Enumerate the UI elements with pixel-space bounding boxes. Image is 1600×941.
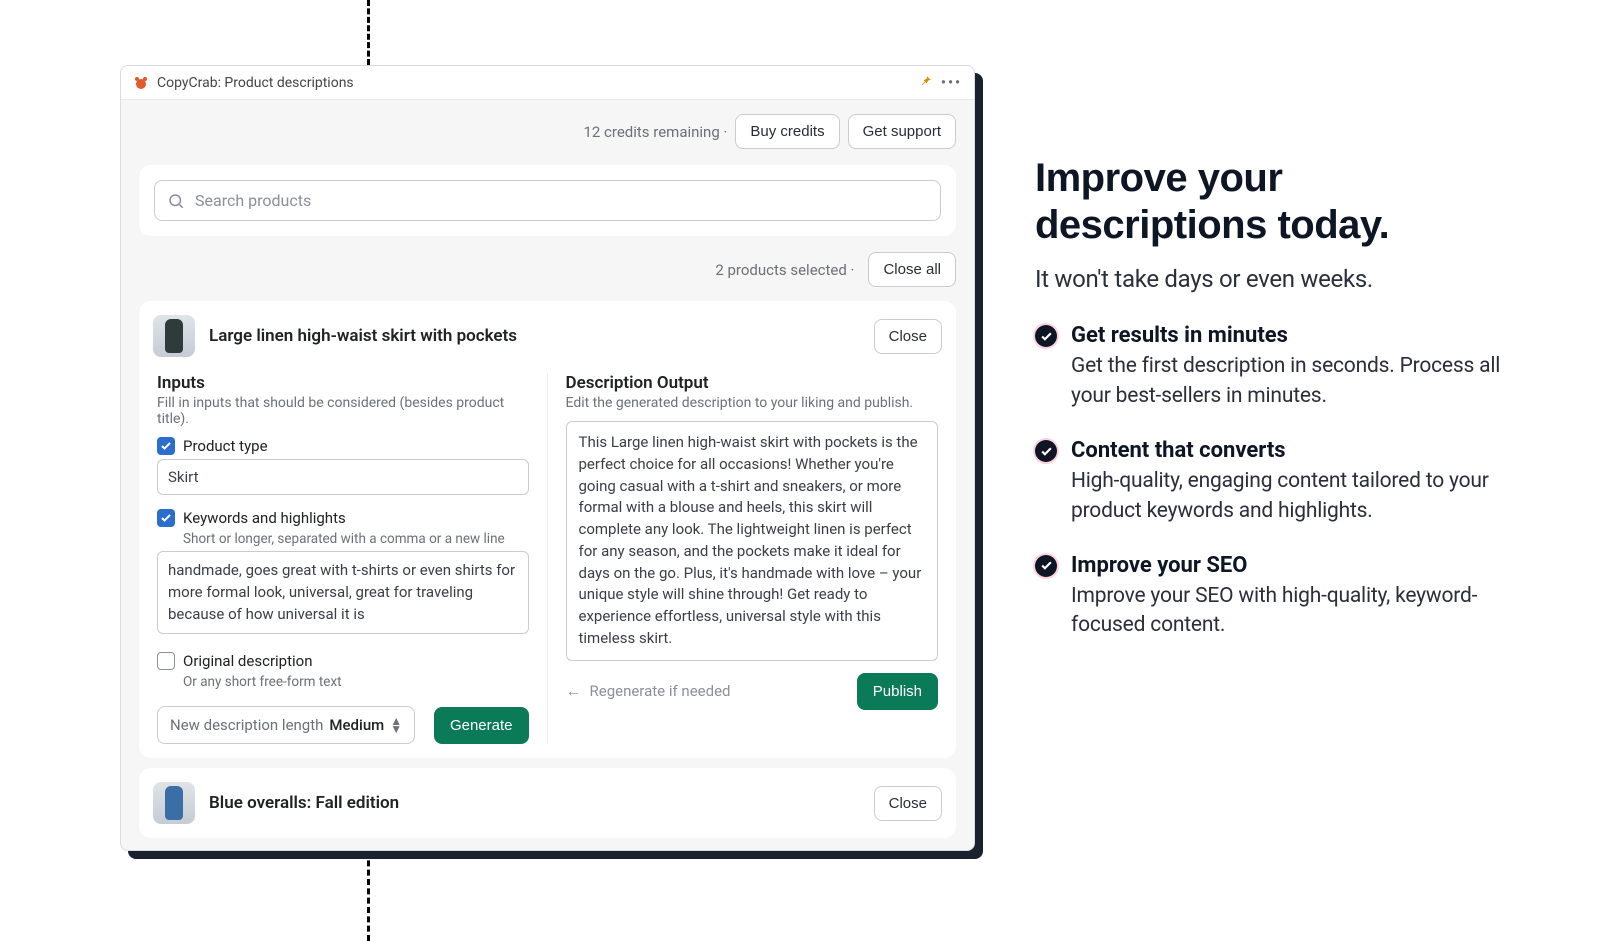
inputs-subheading: Fill in inputs that should be considered… <box>157 395 529 427</box>
bullet-title: Get results in minutes <box>1071 323 1515 348</box>
product-card-1: Large linen high-waist skirt with pocket… <box>139 301 956 758</box>
keywords-hint: Short or longer, separated with a comma … <box>183 531 529 547</box>
keywords-checkbox[interactable] <box>157 509 175 527</box>
bullet-title: Content that converts <box>1071 438 1515 463</box>
check-circle-icon <box>1035 325 1057 347</box>
arrow-left-icon: ← <box>566 681 582 701</box>
bullet-body: Improve your SEO with high-quality, keyw… <box>1071 582 1515 642</box>
selection-count: 2 products selected · <box>715 261 854 279</box>
product-header: Blue overalls: Fall edition Close <box>153 782 942 824</box>
length-select[interactable]: New description length Medium ▲▼ <box>157 706 415 744</box>
search-icon <box>167 192 185 210</box>
inputs-heading: Inputs <box>157 373 529 393</box>
promo-bullet: Get results in minutes Get the first des… <box>1035 323 1515 412</box>
keywords-label: Keywords and highlights <box>183 509 346 527</box>
bullet-body: Get the first description in seconds. Pr… <box>1071 352 1515 412</box>
product-header: Large linen high-waist skirt with pocket… <box>153 315 942 357</box>
check-circle-icon <box>1035 440 1057 462</box>
get-support-button[interactable]: Get support <box>848 114 956 149</box>
product-type-label: Product type <box>183 437 268 455</box>
sort-icon: ▲▼ <box>390 717 402 733</box>
product-title: Large linen high-waist skirt with pocket… <box>209 326 860 346</box>
promo-panel: Improve your descriptions today. It won'… <box>1035 155 1515 667</box>
promo-bullet: Content that converts High-quality, enga… <box>1035 438 1515 527</box>
original-desc-checkbox[interactable] <box>157 652 175 670</box>
titlebar: CopyCrab: Product descriptions ••• <box>121 66 974 100</box>
credits-remaining: 12 credits remaining · <box>583 123 727 141</box>
length-prefix: New description length <box>170 716 323 734</box>
product-card-2: Blue overalls: Fall edition Close <box>139 768 956 838</box>
more-menu-icon[interactable]: ••• <box>941 75 962 91</box>
generate-button[interactable]: Generate <box>434 707 529 744</box>
original-desc-label: Original description <box>183 652 313 670</box>
close-all-button[interactable]: Close all <box>868 252 956 287</box>
app-icon <box>133 75 149 91</box>
regenerate-link[interactable]: ← Regenerate if needed <box>566 681 731 701</box>
selection-row: 2 products selected · Close all <box>121 246 974 297</box>
app-title: CopyCrab: Product descriptions <box>157 75 354 91</box>
output-heading: Description Output <box>566 373 939 393</box>
output-column: Description Output Edit the generated de… <box>548 373 943 744</box>
bullet-title: Improve your SEO <box>1071 553 1515 578</box>
search-input[interactable]: Search products <box>154 180 941 221</box>
output-textarea[interactable]: This Large linen high-waist skirt with p… <box>566 421 939 661</box>
product-thumbnail <box>153 315 195 357</box>
guide-line-top <box>367 0 370 65</box>
close-product-button[interactable]: Close <box>874 786 942 821</box>
output-subheading: Edit the generated description to your l… <box>566 395 939 411</box>
product-type-checkbox[interactable] <box>157 437 175 455</box>
original-desc-hint: Or any short free-form text <box>183 674 529 690</box>
keywords-textarea[interactable] <box>157 551 529 634</box>
promo-subheading: It won't take days or even weeks. <box>1035 265 1515 293</box>
publish-button[interactable]: Publish <box>857 673 938 710</box>
length-value: Medium <box>329 716 384 734</box>
regenerate-label: Regenerate if needed <box>590 682 731 700</box>
promo-bullet: Improve your SEO Improve your SEO with h… <box>1035 553 1515 642</box>
product-type-input[interactable] <box>157 459 529 495</box>
search-placeholder: Search products <box>195 191 311 210</box>
product-title: Blue overalls: Fall edition <box>209 793 860 813</box>
product-thumbnail <box>153 782 195 824</box>
topbar: 12 credits remaining · Buy credits Get s… <box>121 100 974 159</box>
buy-credits-button[interactable]: Buy credits <box>735 114 839 149</box>
guide-line-bottom <box>367 851 370 941</box>
search-card: Search products <box>139 165 956 236</box>
close-product-button[interactable]: Close <box>874 319 942 354</box>
promo-heading: Improve your descriptions today. <box>1035 155 1515 249</box>
check-circle-icon <box>1035 555 1057 577</box>
bullet-body: High-quality, engaging content tailored … <box>1071 467 1515 527</box>
inputs-column: Inputs Fill in inputs that should be con… <box>153 373 548 744</box>
app-panel: CopyCrab: Product descriptions ••• 12 cr… <box>120 65 975 851</box>
canvas: CopyCrab: Product descriptions ••• 12 cr… <box>0 0 1600 900</box>
pin-icon[interactable] <box>919 74 933 92</box>
